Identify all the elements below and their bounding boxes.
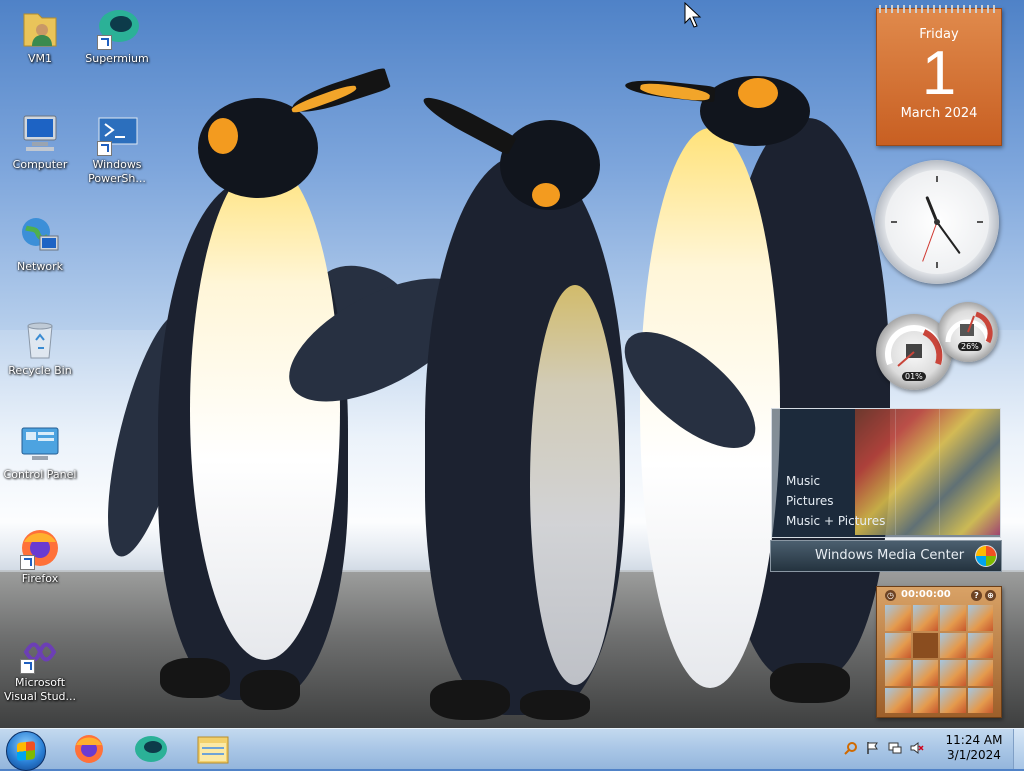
firefox-icon <box>18 526 62 570</box>
clock-hour-hand <box>925 196 939 224</box>
taskbar-supermium[interactable] <box>124 731 178 767</box>
computer-icon <box>18 112 62 156</box>
puzzle-tile[interactable] <box>885 687 911 713</box>
shortcut-arrow-icon <box>97 141 112 156</box>
media-center-bar[interactable]: Windows Media Center <box>770 540 1002 572</box>
puzzle-empty-slot <box>912 632 938 658</box>
shortcut-arrow-icon <box>97 35 112 50</box>
desktop-icon-visual-studio[interactable]: Microsoft Visual Stud... <box>0 630 80 704</box>
penguin-middle <box>270 90 780 725</box>
puzzle-help-icon[interactable]: ? <box>971 590 982 601</box>
desktop-icon-control-panel[interactable]: Control Panel <box>0 422 80 482</box>
desktop-icon-supermium[interactable]: Supermium <box>77 6 157 66</box>
desktop-icon-vm1[interactable]: VM1 <box>0 6 80 66</box>
puzzle-tile[interactable] <box>912 660 938 686</box>
media-center-title: Windows Media Center <box>815 548 965 563</box>
file-explorer-icon <box>197 736 229 764</box>
system-tray: 11:24 AM 3/1/2024 <box>834 729 1024 769</box>
memory-usage-label: 26% <box>958 342 982 351</box>
tray-time: 11:24 AM <box>945 733 1003 747</box>
windows-logo-icon <box>17 741 35 761</box>
calendar-gadget[interactable]: Friday 1 March 2024 <box>876 5 1002 146</box>
media-center-menu-music-pictures[interactable]: Music + Pictures <box>786 511 885 531</box>
puzzle-tile[interactable] <box>940 660 966 686</box>
puzzle-tile[interactable] <box>967 605 993 631</box>
puzzle-timer-icon[interactable]: ◷ <box>885 590 896 601</box>
puzzle-grid <box>885 605 993 713</box>
puzzle-tile[interactable] <box>940 632 966 658</box>
taskbar-file-explorer[interactable] <box>186 731 240 767</box>
puzzle-timer: 00:00:00 <box>901 589 951 600</box>
desktop-icon-firefox[interactable]: Firefox <box>0 526 80 586</box>
clock-second-hand <box>922 221 938 262</box>
calendar-day-number: 1 <box>921 39 957 108</box>
puzzle-tile[interactable] <box>912 687 938 713</box>
media-center-gadget[interactable]: Music Pictures Music + Pictures <box>771 408 1001 538</box>
puzzle-tile[interactable] <box>967 687 993 713</box>
clock-gadget[interactable] <box>875 160 999 284</box>
desktop-wallpaper <box>0 0 1024 728</box>
firefox-icon <box>75 735 103 763</box>
mouse-cursor-icon <box>684 2 702 28</box>
search-icon[interactable] <box>844 741 858 755</box>
network-icon <box>18 214 62 258</box>
calendar-month-year: March 2024 <box>900 106 978 121</box>
puzzle-tile[interactable] <box>967 660 993 686</box>
volume-muted-icon[interactable] <box>910 741 924 755</box>
desktop-icon-computer[interactable]: Computer <box>0 112 80 172</box>
control-panel-icon <box>18 422 62 466</box>
user-folder-icon <box>18 6 62 50</box>
cpu-usage-label: 01% <box>902 372 926 381</box>
supermium-icon <box>95 6 139 50</box>
clock-face <box>885 170 989 274</box>
memory-meter-gadget[interactable]: 26% <box>938 302 998 362</box>
tray-date: 3/1/2024 <box>947 748 1001 762</box>
windows-logo-icon <box>975 545 997 567</box>
recycle-bin-icon <box>18 318 62 362</box>
visual-studio-icon <box>18 630 62 674</box>
puzzle-toggle-icon[interactable]: ⊕ <box>985 590 996 601</box>
shortcut-arrow-icon <box>20 659 35 674</box>
puzzle-tile[interactable] <box>885 632 911 658</box>
puzzle-tile[interactable] <box>967 632 993 658</box>
desktop-icon-network[interactable]: Network <box>0 214 80 274</box>
puzzle-tile[interactable] <box>940 605 966 631</box>
taskbar: 11:24 AM 3/1/2024 <box>0 728 1024 771</box>
media-center-menu-pictures[interactable]: Pictures <box>786 491 885 511</box>
clock-minute-hand <box>936 221 961 254</box>
network-icon[interactable] <box>888 741 902 755</box>
picture-puzzle-gadget[interactable]: ◷ 00:00:00 ? ⊕ <box>876 586 1002 718</box>
puzzle-tile[interactable] <box>940 687 966 713</box>
start-button[interactable] <box>6 731 46 771</box>
calendar-rings <box>879 5 999 13</box>
puzzle-tile[interactable] <box>885 605 911 631</box>
puzzle-tile[interactable] <box>885 660 911 686</box>
media-center-menu-music[interactable]: Music <box>786 471 885 491</box>
tray-clock[interactable]: 11:24 AM 3/1/2024 <box>939 733 1009 763</box>
show-desktop-button[interactable] <box>1013 729 1024 769</box>
powershell-icon <box>95 112 139 156</box>
taskbar-firefox[interactable] <box>62 731 116 767</box>
media-center-menu: Music Pictures Music + Pictures <box>786 471 885 531</box>
supermium-icon <box>135 736 167 762</box>
action-center-flag-icon[interactable] <box>866 741 880 755</box>
shortcut-arrow-icon <box>20 555 35 570</box>
desktop-icon-powershell[interactable]: Windows PowerSh... <box>77 112 157 186</box>
clock-svg <box>891 176 983 268</box>
puzzle-header: ◷ 00:00:00 ? ⊕ <box>881 589 997 603</box>
puzzle-tile[interactable] <box>912 605 938 631</box>
desktop-icon-recycle-bin[interactable]: Recycle Bin <box>0 318 80 378</box>
